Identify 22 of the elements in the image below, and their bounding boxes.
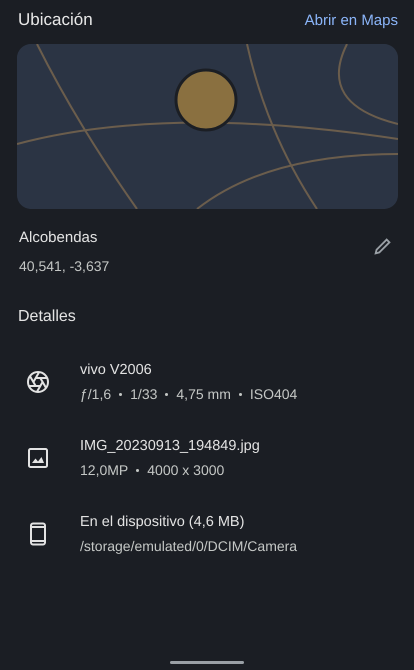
image-icon <box>26 446 50 470</box>
detail-value: 1/33 <box>130 386 158 402</box>
place-name: Alcobendas <box>19 229 98 246</box>
gesture-handle[interactable] <box>170 661 244 664</box>
separator-dot <box>165 392 168 396</box>
detail-title: vivo V2006 <box>80 362 153 378</box>
separator-dot <box>238 392 242 396</box>
section-title: Ubicación <box>18 10 93 30</box>
section-title: Detalles <box>17 307 77 326</box>
detail-value: ISO404 <box>250 386 298 402</box>
detail-value: /storage/emulated/0/DCIM/Camera <box>80 538 298 554</box>
detail-value: 4,75 mm <box>176 386 231 402</box>
detail-title: IMG_20230913_194849.jpg <box>80 438 260 454</box>
separator-dot <box>119 392 122 396</box>
coordinates: 40,541, -3,637 <box>19 258 110 274</box>
detail-value: 4000 x 3000 <box>147 462 224 478</box>
detail-value: 12,0MP <box>80 462 128 478</box>
open-maps-link[interactable]: Abrir en Maps <box>304 12 398 28</box>
aperture-icon <box>26 370 50 394</box>
separator-dot <box>136 468 140 472</box>
detail-value: ƒ/1,6 <box>80 386 112 402</box>
detail-title: En el dispositivo (4,6 MB) <box>80 514 246 530</box>
